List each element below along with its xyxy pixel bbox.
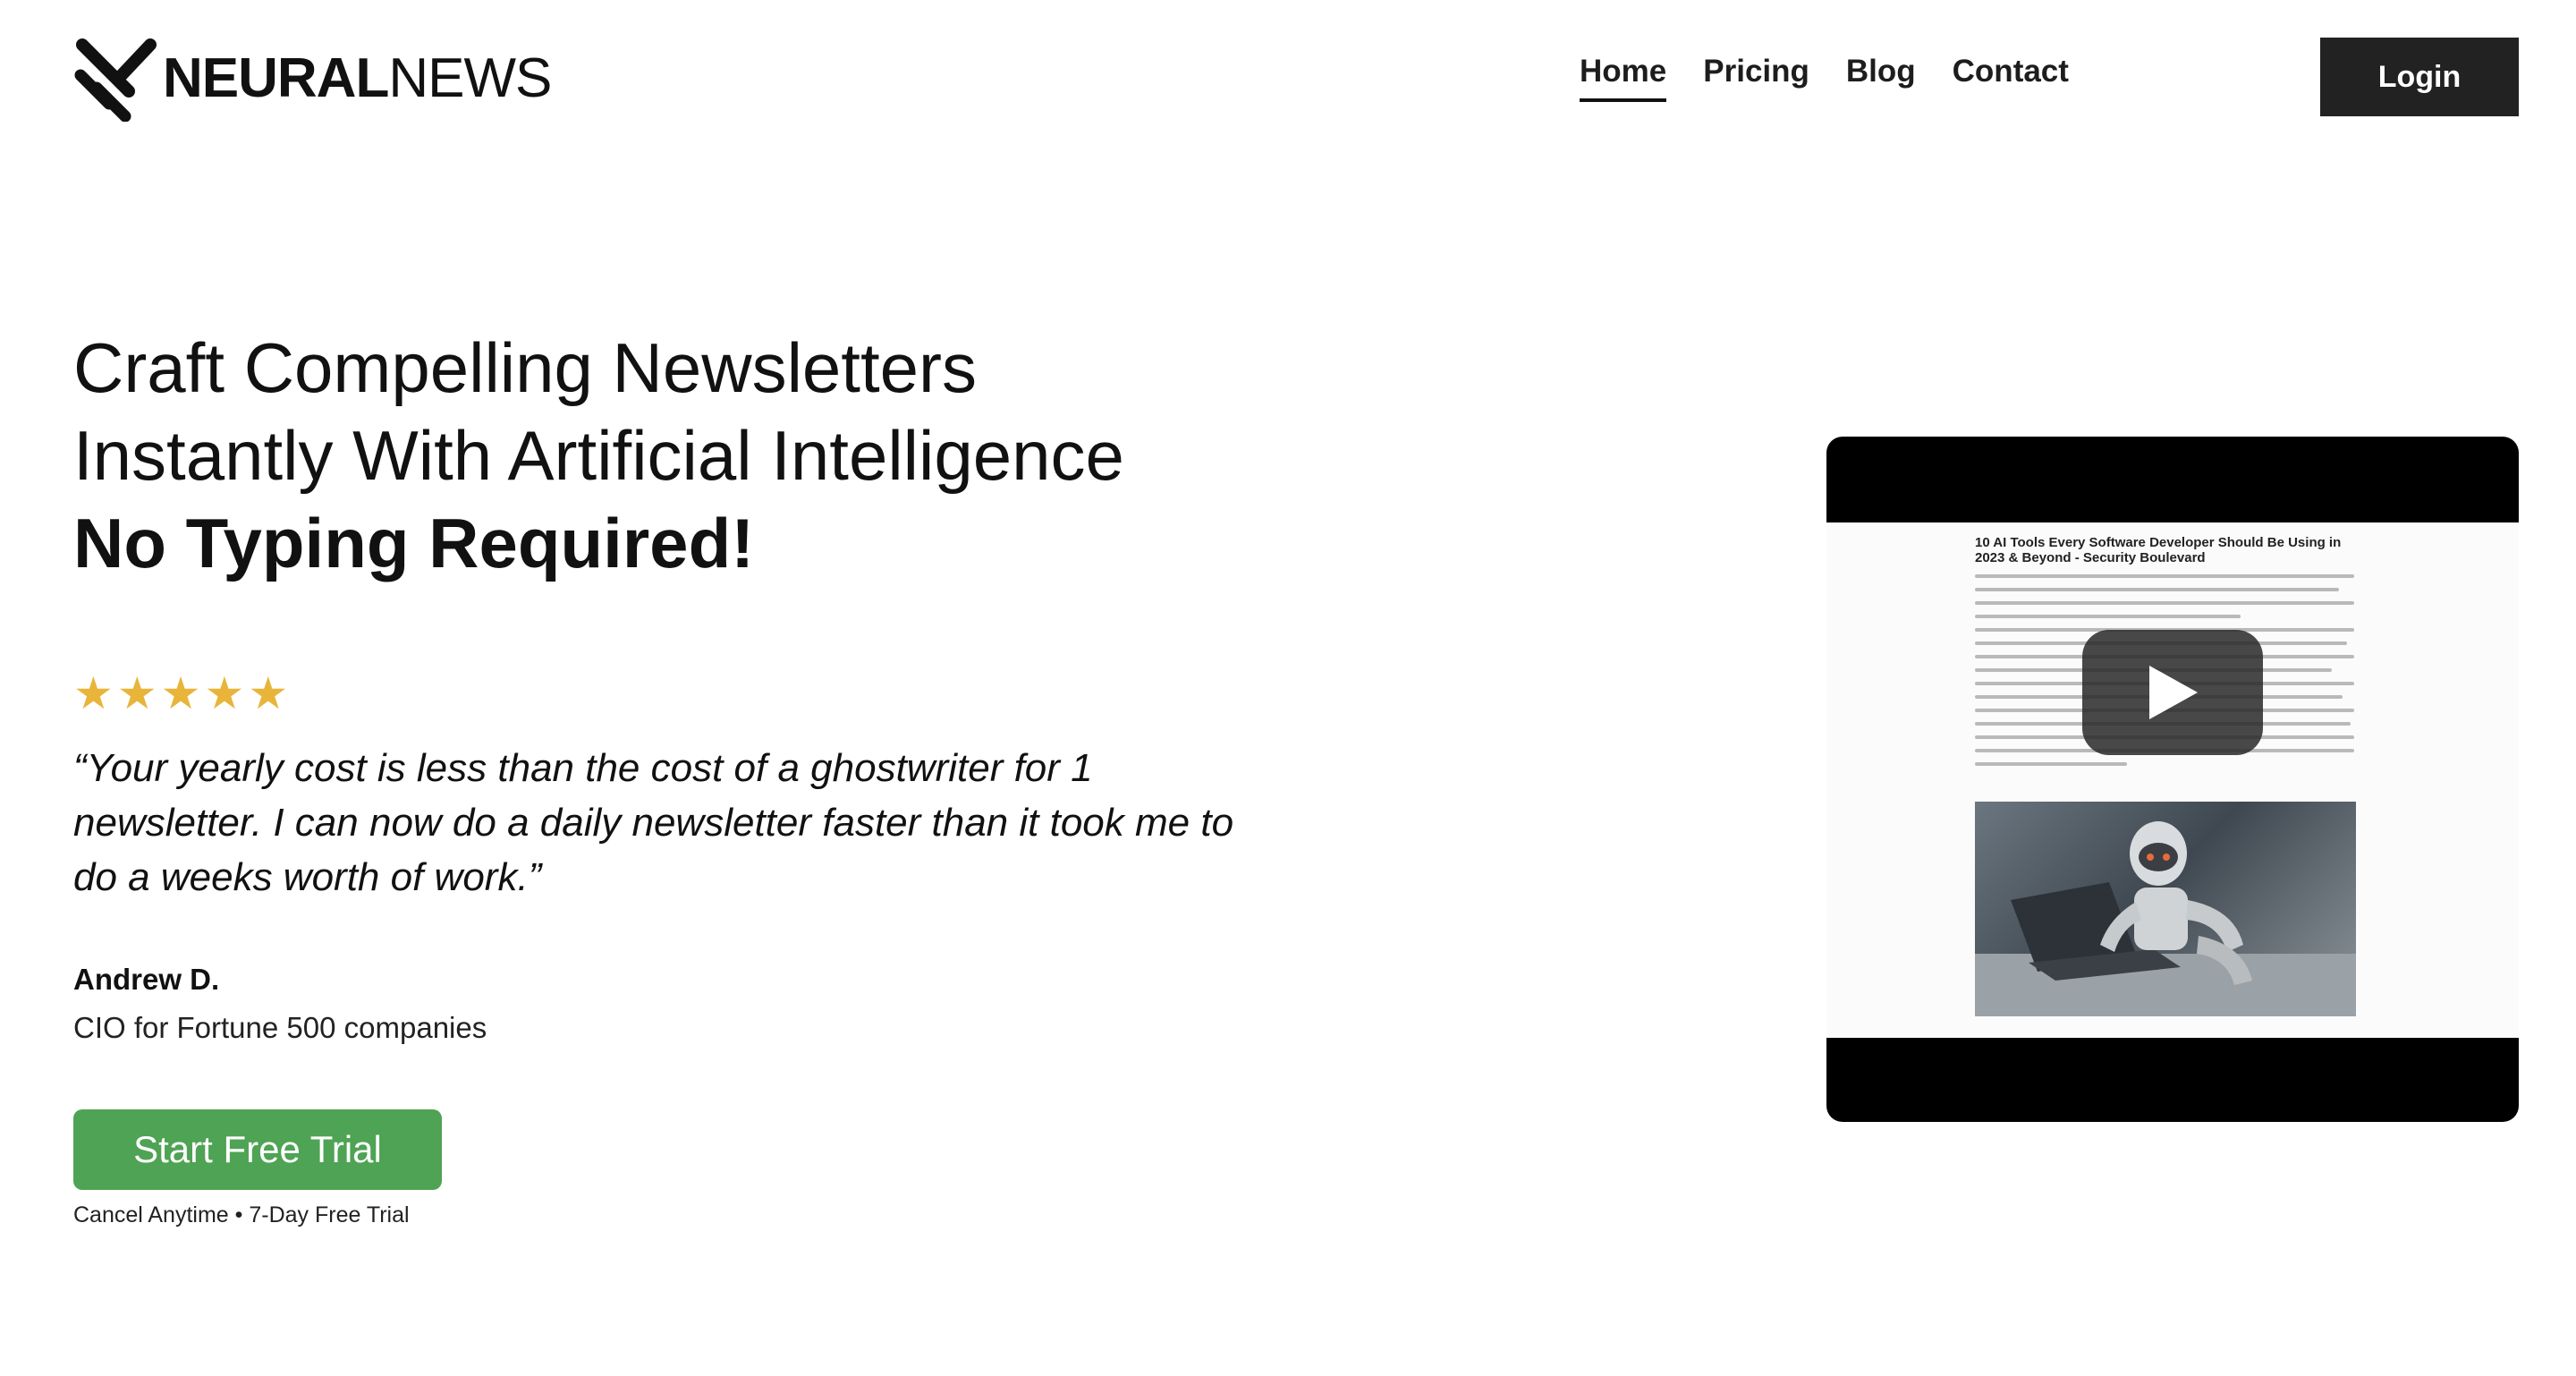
star-icon: ★ — [116, 668, 157, 718]
testimonial-author-title: CIO for Fortune 500 companies — [73, 1011, 487, 1044]
headline-line-2: Instantly With Artificial Intelligence — [73, 416, 1124, 495]
star-icon: ★ — [248, 668, 289, 718]
video-thumbnail: 10 AI Tools Every Software Developer Sho… — [1826, 522, 2519, 1038]
headline-line-1: Craft Compelling Newsletters — [73, 328, 978, 407]
nav-contact[interactable]: Contact — [1953, 54, 2069, 102]
play-icon — [2149, 666, 2198, 719]
nav-blog[interactable]: Blog — [1846, 54, 1916, 102]
site-logo[interactable]: NEURALNEWS — [73, 36, 552, 122]
neuralnews-logo-icon — [74, 38, 157, 122]
star-icon: ★ — [73, 668, 114, 718]
thumbnail-robot-image — [1975, 802, 2356, 1016]
start-free-trial-button[interactable]: Start Free Trial — [73, 1109, 442, 1190]
star-icon: ★ — [204, 668, 245, 718]
testimonial-quote: “Your yearly cost is less than the cost … — [73, 746, 1234, 899]
nav-pricing[interactable]: Pricing — [1703, 54, 1809, 102]
demo-video-player[interactable]: 10 AI Tools Every Software Developer Sho… — [1826, 437, 2519, 1122]
logo-wordmark: NEURALNEWS — [163, 51, 552, 106]
logo-text-bold: NEURAL — [163, 47, 389, 109]
logo-text-light: NEWS — [388, 47, 552, 109]
play-button[interactable] — [2082, 630, 2263, 755]
main-nav: Home Pricing Blog Contact — [1580, 54, 2106, 102]
thumbnail-article-title: 10 AI Tools Every Software Developer Sho… — [1975, 535, 2342, 565]
hero-headline: Craft Compelling Newsletters Instantly W… — [73, 324, 1326, 587]
robot-at-laptop-icon — [1975, 821, 2356, 1016]
headline-line-3: No Typing Required! — [73, 504, 755, 582]
site-header: NEURALNEWS Home Pricing Blog Contact Log… — [0, 0, 2576, 152]
rating-stars: ★ ★ ★ ★ ★ — [73, 671, 288, 716]
star-icon: ★ — [160, 668, 201, 718]
trial-note: Cancel Anytime • 7-Day Free Trial — [73, 1202, 410, 1227]
login-button[interactable]: Login — [2320, 38, 2519, 116]
testimonial-author-name: Andrew D. — [73, 963, 220, 996]
nav-home[interactable]: Home — [1580, 54, 1667, 102]
